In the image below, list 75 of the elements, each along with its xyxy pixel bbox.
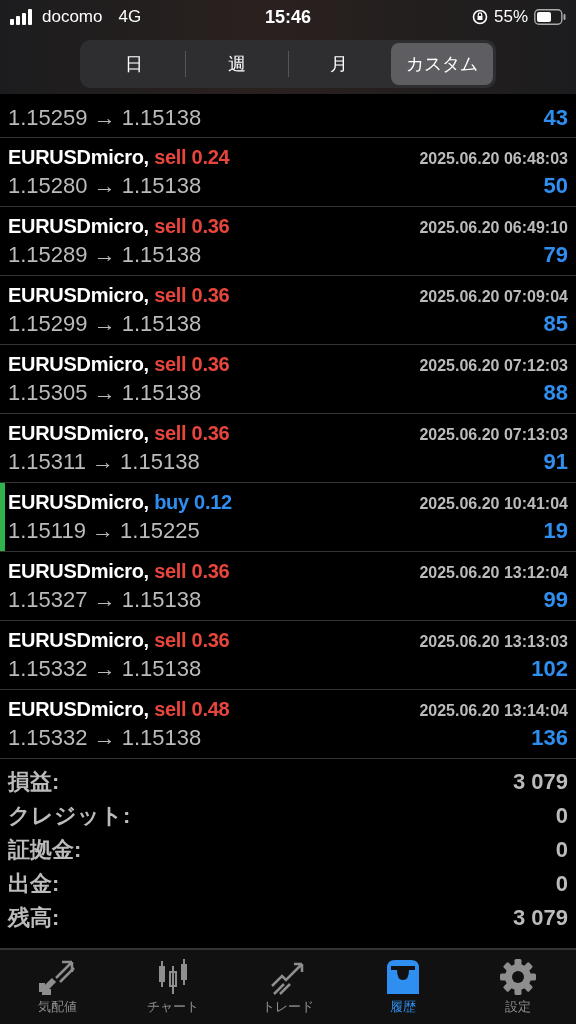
- nav-tab[interactable]: チャート: [115, 950, 231, 1024]
- summary-value: 0: [555, 837, 568, 863]
- summary-value: 0: [555, 803, 568, 829]
- nav-tab[interactable]: 履歴: [345, 950, 461, 1024]
- arrows-icon: [37, 958, 78, 996]
- deal-row[interactable]: EURUSDmicro, sell 0.36 2025.06.20 07:12:03 1.15305 → 1.15138 88: [0, 345, 576, 414]
- summary-label: クレジット:: [8, 802, 131, 830]
- network-type: 4G: [118, 7, 142, 27]
- deal-profit: 79: [543, 241, 568, 268]
- period-tab[interactable]: 日: [83, 43, 185, 85]
- deal-row[interactable]: EURUSDmicro, sell 0.48 2025.06.20 13:14:04 1.15332 → 1.15138 136: [0, 690, 576, 759]
- summary-label: 損益:: [8, 768, 60, 796]
- deal-title: EURUSDmicro, sell 0.36: [8, 421, 230, 445]
- deal-prices: 1.15289 → 1.15138: [8, 241, 202, 268]
- deal-profit: 136: [531, 724, 568, 751]
- deal-row[interactable]: EURUSDmicro, buy 0.12 2025.06.20 10:41:04 1.15119 → 1.15225 19: [0, 483, 576, 552]
- deal-title: EURUSDmicro, sell 0.36: [8, 283, 230, 307]
- deal-profit: 43: [543, 105, 568, 131]
- deal-title: EURUSDmicro, sell 0.36: [8, 214, 230, 238]
- deal-row[interactable]: EURUSDmicro, sell 0.36 2025.06.20 13:13:03 1.15332 → 1.15138 102: [0, 621, 576, 690]
- settings-icon: [498, 958, 539, 996]
- deal-row[interactable]: EURUSDmicro, sell 0.36 2025.06.20 07:13:03 1.15311 → 1.15138 91: [0, 414, 576, 483]
- deal-time: 2025.06.20 07:12:03: [419, 356, 568, 375]
- deal-prices: 1.15305 → 1.15138: [8, 379, 202, 406]
- deal-profit: 102: [531, 655, 568, 682]
- deal-title: EURUSDmicro, sell 0.36: [8, 628, 230, 652]
- deal-prices: 1.15259 → 1.15138: [8, 105, 202, 131]
- summary-label: 残高:: [8, 904, 60, 932]
- deal-row[interactable]: EURUSDmicro, sell 0.24 2025.06.20 06:48:03 1.15280 → 1.15138 50: [0, 138, 576, 207]
- battery-percent: 55%: [493, 7, 528, 27]
- deal-time: 2025.06.20 10:41:04: [419, 494, 568, 513]
- deal-row[interactable]: 1.15259 → 1.15138 43: [0, 94, 576, 138]
- summary-label: 出金:: [8, 870, 60, 898]
- deal-profit: 50: [543, 172, 568, 199]
- deal-profit: 99: [543, 586, 568, 613]
- summary-value: 0: [555, 871, 568, 897]
- deal-title: EURUSDmicro, sell 0.24: [8, 145, 230, 169]
- summary-label: 証拠金:: [8, 836, 82, 864]
- deal-row[interactable]: EURUSDmicro, sell 0.36 2025.06.20 07:09:04 1.15299 → 1.15138 85: [0, 276, 576, 345]
- nav-tab[interactable]: トレード: [230, 950, 346, 1024]
- period-tab[interactable]: 月: [288, 43, 391, 85]
- battery-icon: [534, 9, 566, 25]
- deal-time: 2025.06.20 06:48:03: [419, 149, 568, 168]
- period-tab[interactable]: カスタム: [391, 43, 493, 85]
- deal-profit: 85: [543, 310, 568, 337]
- deal-prices: 1.15327 → 1.15138: [8, 586, 202, 613]
- deal-prices: 1.15280 → 1.15138: [8, 172, 202, 199]
- deal-row[interactable]: EURUSDmicro, sell 0.36 2025.06.20 06:49:10 1.15289 → 1.15138 79: [0, 207, 576, 276]
- deal-title: EURUSDmicro, sell 0.48: [8, 697, 230, 721]
- deal-time: 2025.06.20 07:09:04: [419, 287, 568, 306]
- deal-prices: 1.15332 → 1.15138: [8, 655, 202, 682]
- deal-time: 2025.06.20 13:14:04: [419, 701, 568, 720]
- period-tab[interactable]: 週: [185, 43, 288, 85]
- deal-row[interactable]: EURUSDmicro, sell 0.36 2025.06.20 13:12:04 1.15327 → 1.15138 99: [0, 552, 576, 621]
- deal-prices: 1.15332 → 1.15138: [8, 724, 202, 751]
- carrier-name: docomo: [42, 7, 103, 27]
- deal-prices: 1.15119 → 1.15225: [8, 517, 200, 544]
- deal-title: EURUSDmicro, buy 0.12: [8, 490, 232, 514]
- deal-time: 2025.06.20 13:12:04: [419, 563, 568, 582]
- rotation-lock-icon: [471, 9, 488, 25]
- deal-profit: 19: [543, 517, 568, 544]
- deal-time: 2025.06.20 13:13:03: [419, 632, 568, 651]
- deal-prices: 1.15299 → 1.15138: [8, 310, 202, 337]
- deal-time: 2025.06.20 06:49:10: [419, 218, 568, 237]
- deal-profit: 91: [543, 448, 568, 475]
- summary-value: 3 079: [512, 769, 568, 795]
- clock: 15:46: [265, 6, 311, 28]
- deal-prices: 1.15311 → 1.15138: [8, 448, 200, 475]
- deal-profit: 88: [543, 379, 568, 406]
- deal-title: EURUSDmicro, sell 0.36: [8, 559, 230, 583]
- deal-time: 2025.06.20 07:13:03: [419, 425, 568, 444]
- deal-title: EURUSDmicro, sell 0.36: [8, 352, 230, 376]
- summary-value: 3 079: [512, 905, 568, 931]
- nav-tab[interactable]: 設定: [460, 950, 576, 1024]
- nav-tab[interactable]: 気配値: [0, 950, 116, 1024]
